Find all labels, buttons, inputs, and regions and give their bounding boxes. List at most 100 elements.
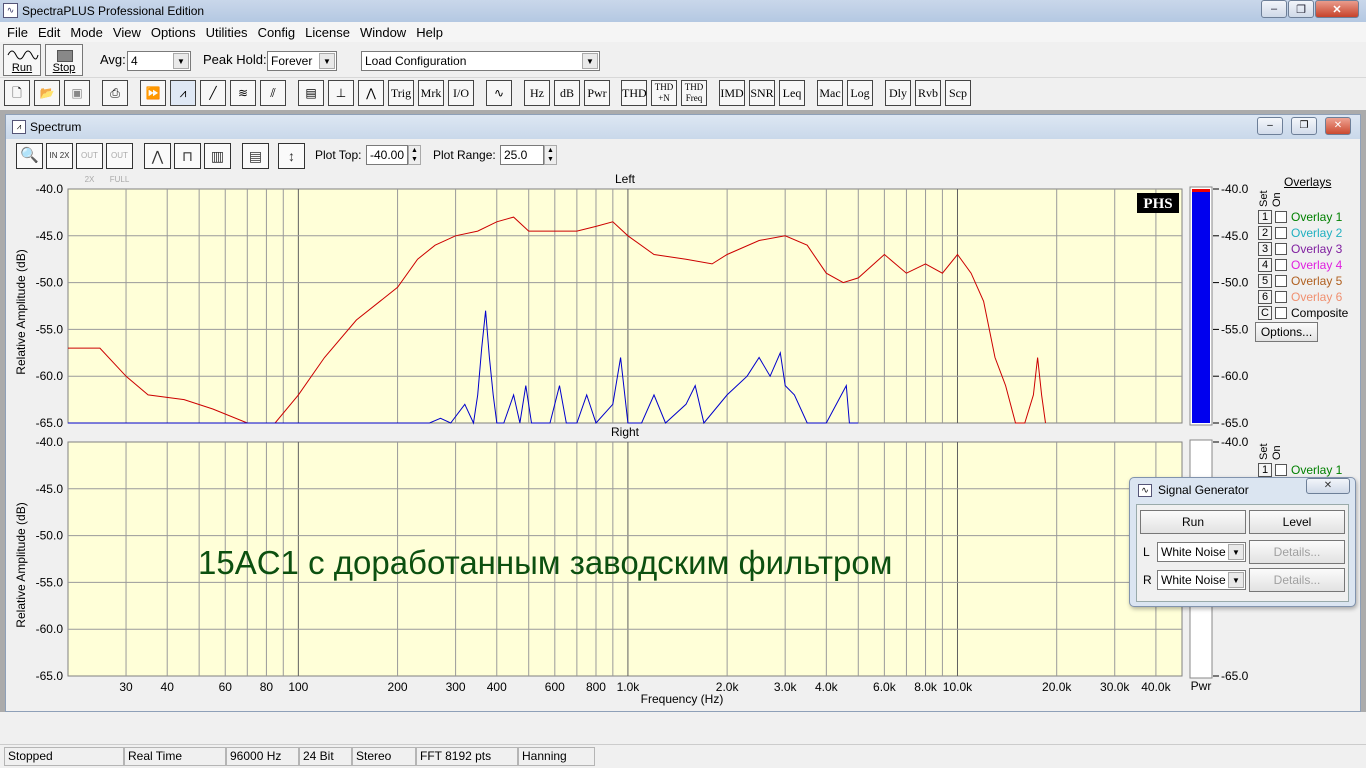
zoom-out-2x-icon: OUT 2X xyxy=(81,151,98,184)
db-button[interactable]: dB xyxy=(554,80,580,106)
mrk-button[interactable]: Mrk xyxy=(418,80,444,106)
run-button[interactable]: Run xyxy=(3,44,41,76)
open-button[interactable]: 📂 xyxy=(34,80,60,106)
thd-button[interactable]: THD xyxy=(621,80,647,106)
peakhold-select[interactable]: Forever ▼ xyxy=(267,51,337,71)
hz-button[interactable]: Hz xyxy=(524,80,550,106)
zoom-out-2x-button[interactable]: OUT 2X xyxy=(76,143,103,184)
generator-level-button[interactable]: Level xyxy=(1249,510,1345,534)
snr-button[interactable]: SNR xyxy=(749,80,775,106)
menu-mode[interactable]: Mode xyxy=(65,25,108,40)
trig-button[interactable]: Trig xyxy=(388,80,414,106)
save-button[interactable]: ▣ xyxy=(64,80,90,106)
menu-view[interactable]: View xyxy=(108,25,146,40)
overlay-options-button[interactable]: Options... xyxy=(1255,322,1318,342)
log-button[interactable]: Log xyxy=(847,80,873,106)
overlay-set-3[interactable]: 3 xyxy=(1258,242,1272,256)
rvb-button[interactable]: Rvb xyxy=(915,80,941,106)
right-overlay-checkbox-1[interactable] xyxy=(1275,464,1287,476)
spectrogram-button[interactable]: ≋ xyxy=(230,80,256,106)
generator-run-button[interactable]: Run xyxy=(1140,510,1246,534)
thd-freq-button[interactable]: THD Freq xyxy=(681,80,707,106)
generator-button[interactable]: ∿ xyxy=(486,80,512,106)
right-overlay-name-1: Overlay 1 xyxy=(1291,463,1343,477)
right-signal-select[interactable]: White Noise ▼ xyxy=(1157,570,1246,590)
zoom-button[interactable]: 🔍 xyxy=(16,143,43,169)
config-select[interactable]: Load Configuration ▼ xyxy=(361,51,600,71)
mode-postprocess-button[interactable]: ╱ xyxy=(200,80,226,106)
stop-button[interactable]: Stop xyxy=(45,44,83,76)
scale-tool-button[interactable]: ↕ xyxy=(278,143,305,169)
pwr-button[interactable]: Pwr xyxy=(584,80,610,106)
right-details-button[interactable]: Details... xyxy=(1249,568,1345,592)
menu-edit[interactable]: Edit xyxy=(33,25,65,40)
overlay-checkbox-C[interactable] xyxy=(1275,307,1287,319)
right-channel-label: R xyxy=(1143,573,1152,587)
chevron-down-icon: ▼ xyxy=(1228,572,1244,588)
spectrum-toolbar: 🔍 IN 2X OUT 2X OUT FULL ⋀ ⊓ ▥ ▤ ↕ Plot T… xyxy=(11,143,1351,184)
overlay-set-4[interactable]: 4 xyxy=(1258,258,1272,272)
leq-button[interactable]: Leq xyxy=(779,80,805,106)
overlay-checkbox-5[interactable] xyxy=(1275,275,1287,287)
overlay-checkbox-2[interactable] xyxy=(1275,227,1287,239)
data-table-button[interactable]: ▤ xyxy=(242,143,269,169)
overlay-set-5[interactable]: 5 xyxy=(1258,274,1272,288)
3d-surface-button[interactable]: ⫽ xyxy=(260,80,286,106)
overlay-checkbox-4[interactable] xyxy=(1275,259,1287,271)
overlay-set-1[interactable]: 1 xyxy=(1258,210,1272,224)
plot-range-spinner[interactable]: ▲ ▼ xyxy=(544,145,557,165)
io-button[interactable]: I/O xyxy=(448,80,474,106)
ramp-icon: ╱ xyxy=(209,86,217,100)
dly-button[interactable]: Dly xyxy=(885,80,911,106)
overlay-checkbox-6[interactable] xyxy=(1275,291,1287,303)
menu-options[interactable]: Options xyxy=(146,25,201,40)
overlay-checkbox-3[interactable] xyxy=(1275,243,1287,255)
minimize-button[interactable]: – xyxy=(1261,0,1287,18)
data-window-button[interactable]: ▤ xyxy=(298,80,324,106)
mac-button[interactable]: Mac xyxy=(817,80,843,106)
menu-utilities[interactable]: Utilities xyxy=(201,25,253,40)
left-details-button[interactable]: Details... xyxy=(1249,540,1345,564)
weighting-button[interactable]: ⋀ xyxy=(358,80,384,106)
thdn-button[interactable]: THD +N xyxy=(651,80,677,106)
spectrum-minimize-button[interactable]: – xyxy=(1257,117,1283,135)
overlay-set-2[interactable]: 2 xyxy=(1258,226,1272,240)
overlay-name-1: Overlay 1 xyxy=(1291,210,1343,224)
plot-top-input[interactable]: -40.00 ▲ ▼ xyxy=(366,145,421,165)
zoom-out-full-button[interactable]: OUT FULL xyxy=(106,143,133,184)
zoom-in-2x-button[interactable]: IN 2X xyxy=(46,143,73,169)
overlay-name-C: Composite xyxy=(1291,306,1349,320)
close-button[interactable]: ✕ xyxy=(1315,0,1359,18)
signal-generator-close-button[interactable]: ✕ xyxy=(1306,478,1350,494)
print-button[interactable]: ⎙ xyxy=(102,80,128,106)
scale-button[interactable]: ⊥ xyxy=(328,80,354,106)
restore-button[interactable]: ❐ xyxy=(1288,0,1314,18)
menu-license[interactable]: License xyxy=(300,25,355,40)
right-overlay-set-1[interactable]: 1 xyxy=(1258,463,1272,477)
menu-window[interactable]: Window xyxy=(355,25,411,40)
left-signal-select[interactable]: White Noise ▼ xyxy=(1157,542,1246,562)
spectrum-restore-button[interactable]: ❐ xyxy=(1291,117,1317,135)
line-graph-button[interactable]: ⋀ xyxy=(144,143,171,169)
overlay-checkbox-1[interactable] xyxy=(1275,211,1287,223)
bar-graph-button[interactable]: ▥ xyxy=(204,143,231,169)
menu-config[interactable]: Config xyxy=(253,25,301,40)
menu-help[interactable]: Help xyxy=(411,25,448,40)
spectrum-close-button[interactable]: ✕ xyxy=(1325,117,1351,135)
step-graph-button[interactable]: ⊓ xyxy=(174,143,201,169)
overlay-set-6[interactable]: 6 xyxy=(1258,290,1272,304)
overlay-set-C[interactable]: C xyxy=(1258,306,1272,320)
plot-top-value: -40.00 xyxy=(370,148,405,162)
mode-realtime-button[interactable]: ⩘ xyxy=(170,80,196,106)
new-file-button[interactable]: 🗋 xyxy=(4,80,30,106)
right-overlays-on-label: On xyxy=(1271,445,1283,460)
plot-top-label: Plot Top: xyxy=(315,148,362,162)
imd-button[interactable]: IMD xyxy=(719,80,745,106)
avg-select[interactable]: 4 ▼ xyxy=(127,51,191,71)
scp-button[interactable]: Scp xyxy=(945,80,971,106)
mode-recorder-button[interactable]: ⏩ xyxy=(140,80,166,106)
plot-top-spinner[interactable]: ▲ ▼ xyxy=(408,145,421,165)
zoom-out-full-icon: OUT FULL xyxy=(109,151,130,184)
menu-file[interactable]: File xyxy=(2,25,33,40)
plot-range-input[interactable]: 25.0 ▲ ▼ xyxy=(500,145,557,165)
